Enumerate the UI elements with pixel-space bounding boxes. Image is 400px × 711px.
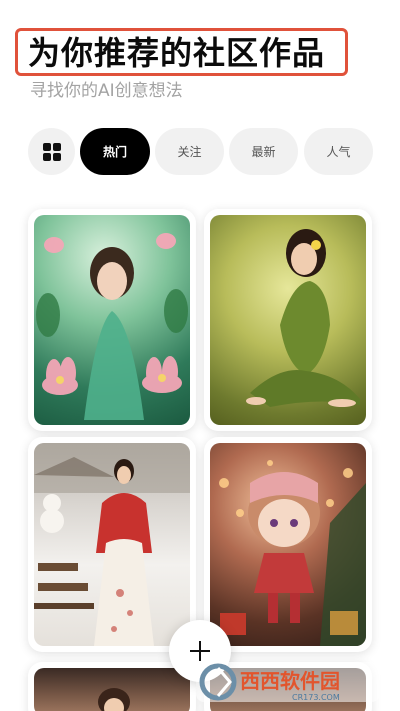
- artwork-image: [210, 215, 366, 425]
- feed-card[interactable]: [204, 437, 372, 652]
- watermark-logo: 西西软件园 CR173.COM: [196, 660, 380, 704]
- feed-card[interactable]: [28, 437, 196, 652]
- page-title: 为你推荐的社区作品: [28, 34, 326, 72]
- artwork-image: [34, 443, 190, 646]
- category-tabs: 热门 关注 最新 人气: [28, 128, 400, 176]
- tab-hot[interactable]: 热门: [80, 128, 150, 175]
- tab-latest[interactable]: 最新: [229, 128, 298, 175]
- feed-card[interactable]: [204, 209, 372, 431]
- artwork-image: [34, 668, 190, 711]
- grid-view-button[interactable]: [28, 128, 75, 175]
- svg-text:CR173.COM: CR173.COM: [292, 693, 340, 702]
- artwork-image: [34, 215, 190, 425]
- feed-card[interactable]: [28, 662, 196, 711]
- page-subtitle: 寻找你的AI创意想法: [30, 81, 183, 101]
- tab-popular[interactable]: 人气: [304, 128, 373, 175]
- grid-view-icon: [42, 142, 61, 161]
- feed-card[interactable]: [28, 209, 196, 431]
- svg-text:西西软件园: 西西软件园: [240, 669, 340, 693]
- artwork-image: [210, 443, 366, 646]
- tab-following[interactable]: 关注: [155, 128, 224, 175]
- page-header: 为你推荐的社区作品 寻找你的AI创意想法: [0, 0, 400, 120]
